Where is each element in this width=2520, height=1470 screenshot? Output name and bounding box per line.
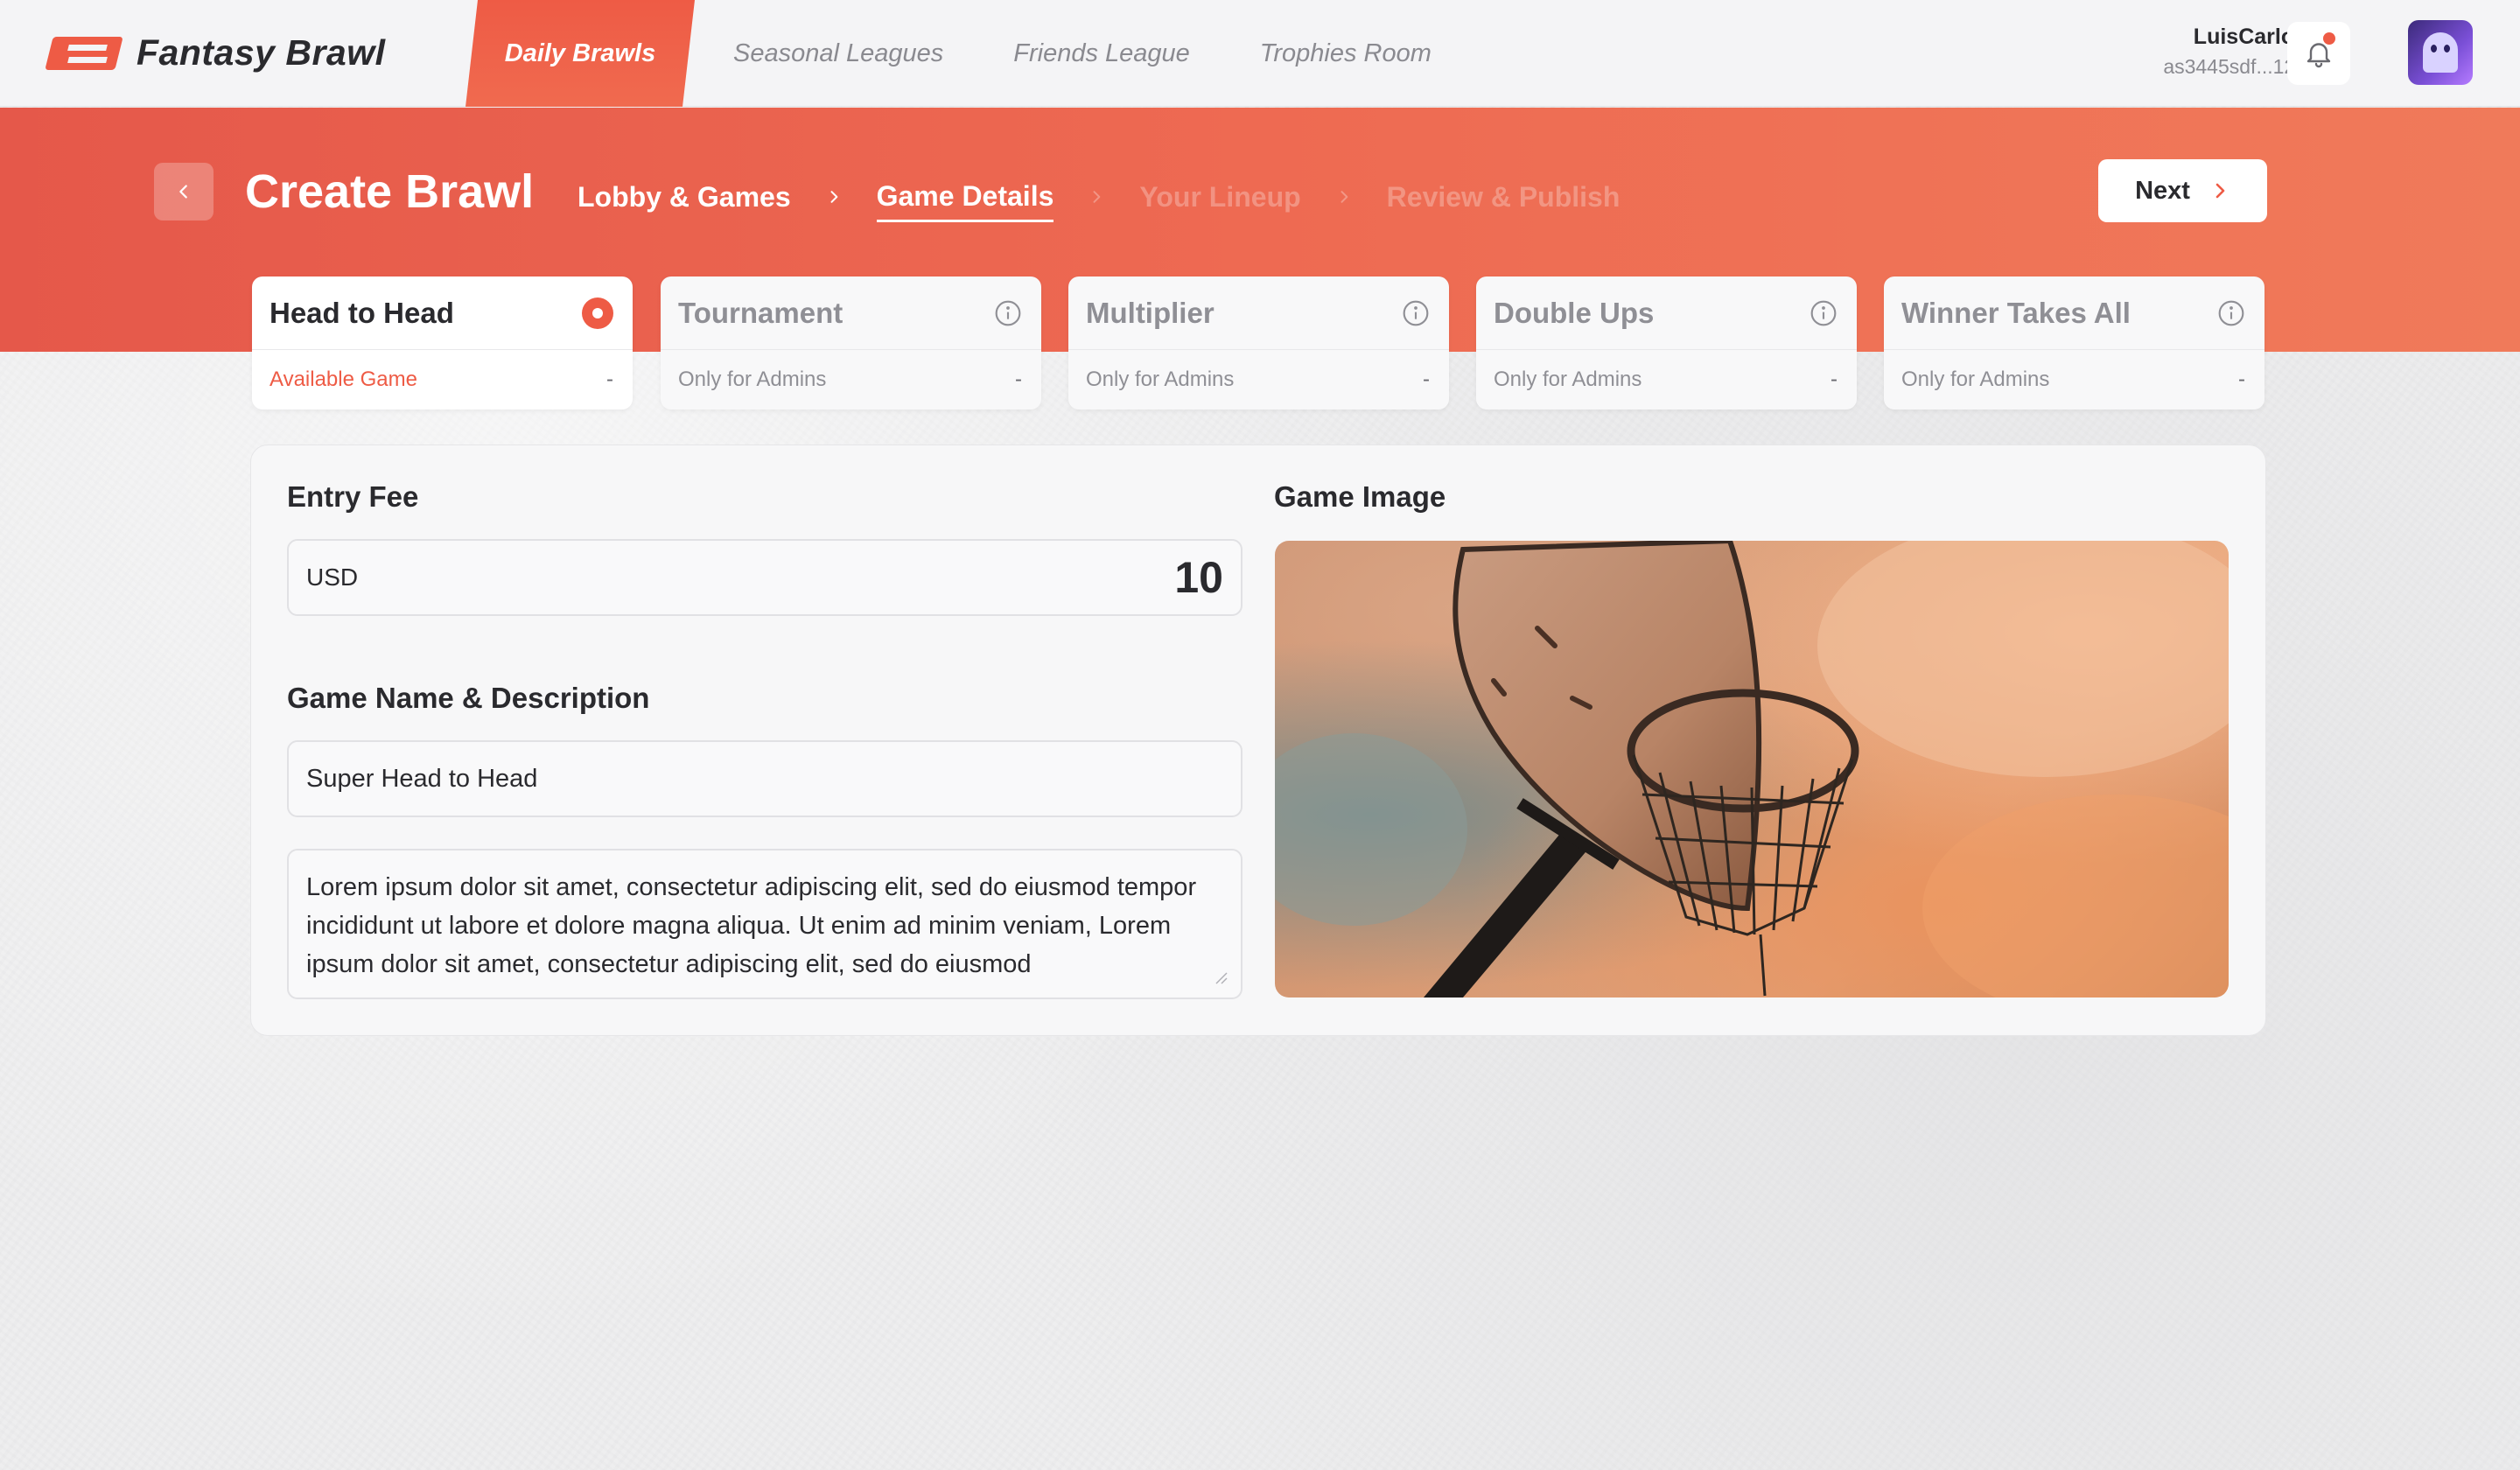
game-type-card-head-to-head[interactable]: Head to Head Available Game - <box>252 276 633 410</box>
entry-fee-value: 10 <box>1174 553 1223 602</box>
radio-selected-icon[interactable] <box>582 297 613 329</box>
card-title: Winner Takes All <box>1901 296 2131 329</box>
description-text: Lorem ipsum dolor sit amet, consectetur … <box>306 873 1197 978</box>
basketball-hoop-illustration <box>1275 541 2229 998</box>
game-name-input[interactable]: Super Head to Head <box>287 740 1242 817</box>
game-type-card-tournament[interactable]: Tournament Only for Admins - <box>661 276 1041 410</box>
game-name-description-label: Game Name & Description <box>287 682 650 714</box>
top-navbar: Fantasy Brawl Daily Brawls Seasonal Leag… <box>0 0 2520 107</box>
step-separator <box>812 188 856 206</box>
card-title: Multiplier <box>1086 296 1214 329</box>
chevron-right-icon <box>1340 191 1348 203</box>
next-button[interactable]: Next <box>2098 159 2267 222</box>
user-name: LuisCarlos <box>2193 24 2306 49</box>
game-type-card-multiplier[interactable]: Multiplier Only for Admins - <box>1068 276 1449 410</box>
info-icon[interactable] <box>994 299 1022 327</box>
info-icon[interactable] <box>1402 299 1430 327</box>
ghost-avatar-icon <box>2423 32 2458 73</box>
user-wallet-address: as3445sdf...123 <box>2163 55 2306 78</box>
step-review-publish: Review & Publish <box>1386 180 1620 213</box>
nav-item-trophies-room[interactable]: Trophies Room <box>1225 0 1466 107</box>
nav-item-daily-brawls[interactable]: Daily Brawls <box>466 0 695 107</box>
notification-dot <box>2323 32 2335 45</box>
game-type-card-winner-takes-all[interactable]: Winner Takes All Only for Admins - <box>1884 276 2264 410</box>
notifications-button[interactable] <box>2287 22 2350 85</box>
game-type-card-double-ups[interactable]: Double Ups Only for Admins - <box>1476 276 1857 410</box>
brand-logo[interactable]: Fantasy Brawl <box>45 32 386 74</box>
main-nav: Daily Brawls Seasonal Leagues Friends Le… <box>466 0 1466 107</box>
card-trail: - <box>1423 368 1430 391</box>
description-textarea[interactable]: Lorem ipsum dolor sit amet, consectetur … <box>287 849 1242 999</box>
card-title: Head to Head <box>270 296 454 329</box>
step-your-lineup: Your Lineup <box>1139 180 1301 213</box>
currency-label: USD <box>306 564 359 591</box>
nav-item-friends-league[interactable]: Friends League <box>978 0 1225 107</box>
card-subtitle: Only for Admins <box>678 368 827 391</box>
card-trail: - <box>606 368 613 391</box>
chevron-left-icon <box>179 185 187 199</box>
card-trail: - <box>1015 368 1022 391</box>
game-image[interactable] <box>1275 541 2229 998</box>
nav-item-seasonal-leagues[interactable]: Seasonal Leagues <box>698 0 978 107</box>
card-title: Double Ups <box>1494 296 1655 329</box>
brand-mark-icon <box>45 33 123 74</box>
step-separator <box>1074 188 1118 206</box>
chevron-right-icon <box>830 191 837 203</box>
entry-fee-label: Entry Fee <box>287 480 419 513</box>
avatar[interactable] <box>2408 20 2473 85</box>
card-subtitle: Available Game <box>270 368 417 391</box>
user-info: LuisCarlos as3445sdf...123 <box>2163 24 2306 79</box>
card-subtitle: Only for Admins <box>1494 368 1642 391</box>
back-button[interactable] <box>154 163 214 220</box>
game-name-value: Super Head to Head <box>306 764 538 793</box>
step-game-details[interactable]: Game Details <box>876 180 1054 222</box>
card-subtitle: Only for Admins <box>1901 368 2050 391</box>
info-icon[interactable] <box>1810 299 1838 327</box>
step-separator <box>1322 188 1366 206</box>
card-subtitle: Only for Admins <box>1086 368 1235 391</box>
next-button-label: Next <box>2135 176 2190 205</box>
step-lobby-games[interactable]: Lobby & Games <box>578 181 791 214</box>
card-trail: - <box>2238 368 2245 391</box>
game-image-label: Game Image <box>1274 480 1446 513</box>
resize-grip-icon[interactable] <box>1213 970 1228 985</box>
page-title: Create Brawl <box>245 165 535 218</box>
chevron-right-icon <box>1093 191 1101 203</box>
entry-fee-field[interactable]: USD 10 <box>287 539 1242 616</box>
brand-name: Fantasy Brawl <box>136 32 386 73</box>
chevron-right-icon <box>2216 183 2225 199</box>
card-title: Tournament <box>678 296 844 329</box>
wizard-steps: Lobby & Games Game Details Your Lineup R… <box>578 172 1620 222</box>
info-icon[interactable] <box>2217 299 2245 327</box>
card-trail: - <box>1830 368 1838 391</box>
